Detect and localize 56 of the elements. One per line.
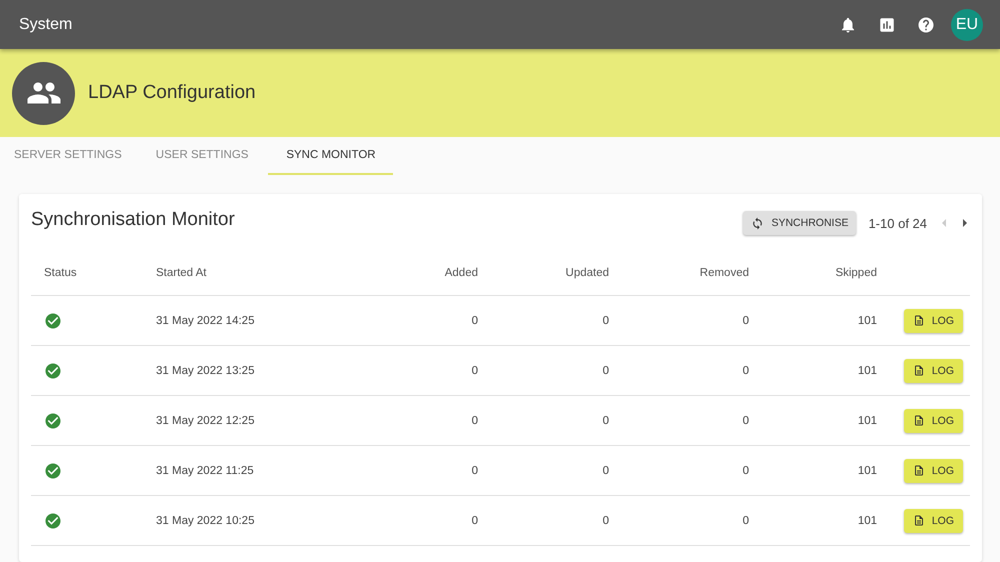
help-icon: [917, 16, 935, 34]
table-cell-text: 31 May 2022 12:25: [155, 414, 254, 426]
table-cell-text: 31 May 2022 11:25: [155, 464, 254, 476]
document-icon: [912, 514, 925, 527]
table-cell: 0: [602, 364, 609, 376]
log-button[interactable]: LOG: [904, 508, 963, 532]
help-button[interactable]: [917, 16, 935, 34]
table-cell: 0: [742, 464, 749, 476]
table-cell: 0: [602, 414, 609, 426]
document-icon: [912, 314, 925, 327]
column-header: Removed: [700, 266, 749, 278]
page-title: LDAP Configuration: [88, 82, 256, 104]
table-cell: 0: [472, 314, 478, 326]
log-button[interactable]: LOG: [904, 358, 963, 382]
table-cell-text: 31 May 2022 14:25: [155, 314, 254, 326]
document-icon: [912, 364, 925, 377]
pagination-range: 1-10 of 24: [868, 216, 927, 231]
table-cell-text: 31 May 2022 13:25: [155, 364, 254, 376]
document-icon: [912, 464, 925, 477]
user-avatar[interactable]: EU: [951, 8, 983, 40]
sync-icon: [751, 216, 764, 230]
table-cell: 101: [858, 314, 877, 326]
tab[interactable]: SYNC MONITOR: [268, 137, 394, 175]
table-cell: 0: [742, 364, 749, 376]
table-cell: 0: [742, 514, 749, 526]
synchronise-button[interactable]: SYNCHRONISE: [743, 211, 856, 235]
table-cell: 101: [858, 464, 877, 476]
table-cell: 101: [858, 364, 877, 376]
card-title: Synchronisation Monitor: [31, 208, 236, 231]
column-header: Skipped: [835, 266, 877, 278]
table-cell: 0: [472, 364, 478, 376]
log-button[interactable]: LOG: [904, 308, 963, 332]
notifications-icon: [839, 16, 857, 34]
table-cell: 0: [742, 414, 749, 426]
log-button[interactable]: LOG: [904, 408, 963, 432]
bar-chart-icon: [878, 16, 896, 34]
table-cell: 101: [858, 514, 877, 526]
column-header: Started At: [155, 266, 207, 278]
notifications-button[interactable]: [839, 16, 857, 34]
log-button[interactable]: LOG: [904, 458, 963, 482]
table-cell-text: 31 May 2022 10:25: [155, 514, 254, 526]
table-cell: 0: [602, 514, 609, 526]
column-header: Added: [444, 266, 478, 278]
reports-button[interactable]: [878, 16, 896, 34]
column-header: Updated: [566, 266, 609, 278]
app-title: System: [19, 16, 74, 34]
table-cell: 0: [472, 414, 478, 426]
table-cell: 0: [472, 464, 478, 476]
table-cell: 0: [602, 464, 609, 476]
table-cell: 0: [742, 314, 749, 326]
next-page-button[interactable]: [960, 218, 970, 228]
table-cell: 0: [602, 314, 609, 326]
document-icon: [912, 414, 925, 427]
table-cell: 101: [858, 414, 877, 426]
table-cell: 0: [472, 514, 478, 526]
column-header: Status: [43, 266, 77, 278]
